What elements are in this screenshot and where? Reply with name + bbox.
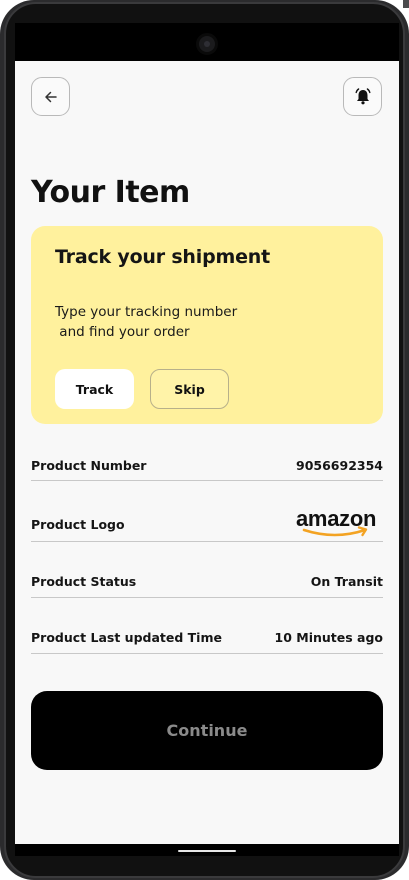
- continue-button[interactable]: Continue: [31, 691, 383, 770]
- skip-button[interactable]: Skip: [150, 369, 229, 409]
- detail-row-product-logo: Product Logo amazon: [31, 503, 383, 542]
- detail-value: 9056692354: [296, 458, 383, 473]
- power-button: [403, 0, 409, 8]
- track-shipment-card: Track your shipment Type your tracking n…: [31, 226, 383, 424]
- detail-label: Product Number: [31, 458, 147, 473]
- detail-row-product-number: Product Number 9056692354: [31, 455, 383, 481]
- page-title: Your Item: [31, 175, 190, 210]
- detail-value: 10 Minutes ago: [274, 630, 383, 645]
- amazon-wordmark: amazon: [296, 506, 376, 531]
- front-camera: [196, 33, 218, 55]
- home-indicator: [178, 850, 236, 852]
- arrow-left-icon: [44, 91, 57, 102]
- detail-label: Product Logo: [31, 517, 125, 532]
- detail-row-last-updated: Product Last updated Time 10 Minutes ago: [31, 625, 383, 654]
- detail-row-product-status: Product Status On Transit: [31, 569, 383, 598]
- detail-value: On Transit: [310, 574, 383, 589]
- back-button[interactable]: [31, 77, 70, 116]
- amazon-logo: amazon: [296, 506, 376, 537]
- app-screen: Your Item Track your shipment Type your …: [15, 61, 399, 844]
- track-button[interactable]: Track: [55, 369, 134, 409]
- phone-screen: Your Item Track your shipment Type your …: [15, 23, 399, 856]
- notification-button[interactable]: [343, 77, 382, 116]
- card-description: Type your tracking number and find your …: [55, 304, 238, 340]
- detail-label: Product Last updated Time: [31, 630, 222, 645]
- bell-ring-icon: [355, 87, 370, 104]
- phone-device: Your Item Track your shipment Type your …: [0, 0, 409, 880]
- detail-label: Product Status: [31, 574, 137, 589]
- card-title: Track your shipment: [55, 246, 270, 268]
